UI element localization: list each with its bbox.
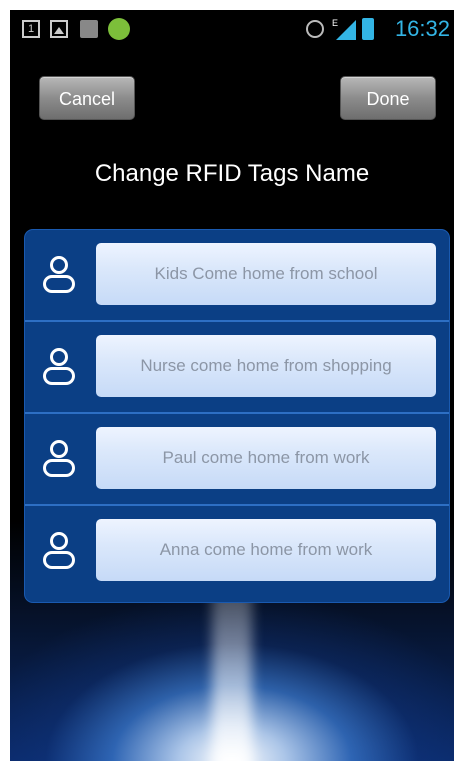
list-item: Kids Come home from school <box>25 230 449 322</box>
gallery-icon <box>50 20 68 38</box>
list-item: Paul come home from work <box>25 414 449 506</box>
tag-name-input[interactable]: Kids Come home from school <box>96 243 436 305</box>
svg-text:E: E <box>332 18 338 28</box>
done-button[interactable]: Done <box>340 76 436 120</box>
user-icon <box>43 532 75 570</box>
android-icon <box>108 18 130 40</box>
page-title: Change RFID Tags Name <box>94 160 370 187</box>
tag-name-input[interactable]: Paul come home from work <box>96 427 436 489</box>
notification-1-icon: 1 <box>22 20 40 38</box>
list-item: Nurse come home from shopping <box>25 322 449 414</box>
user-icon <box>43 440 75 478</box>
status-bar: 1 E 16:32 <box>10 10 454 48</box>
signal-icon: E <box>332 18 356 40</box>
user-icon <box>43 348 75 386</box>
cancel-button[interactable]: Cancel <box>39 76 135 120</box>
alarm-icon <box>306 20 324 38</box>
tag-list: Kids Come home from school Nurse come ho… <box>25 230 449 602</box>
tag-name-input[interactable]: Anna come home from work <box>96 519 436 581</box>
list-item: Anna come home from work <box>25 506 449 598</box>
tag-name-input[interactable]: Nurse come home from shopping <box>96 335 436 397</box>
user-icon <box>43 256 75 294</box>
screen: 1 E 16:32 Cancel Done Change RFID Tags N… <box>10 10 454 761</box>
status-time: 16:32 <box>394 16 450 41</box>
sim-icon <box>80 20 98 38</box>
battery-icon <box>362 18 374 40</box>
